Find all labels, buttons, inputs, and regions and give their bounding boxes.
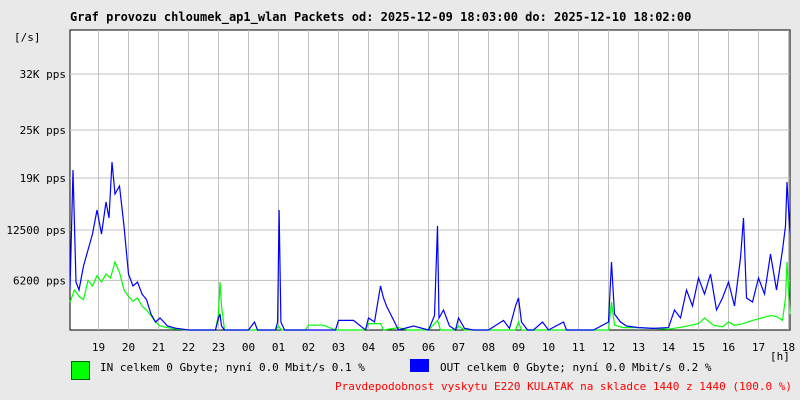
x-tick-labels: 19 20 21 22 23 00 01 02 03 04 05 06 07 08 09 10 11 12 13 14…	[92, 341, 795, 354]
x-tick-label: 08	[482, 341, 495, 354]
x-tick-label: 16	[722, 341, 735, 354]
y-tick-labels: 6200 pps 12500 pps 19K pps 25K pps 32K pps	[6, 68, 66, 287]
traffic-chart: 6200 pps 12500 pps 19K pps 25K pps 32K pps 1…	[6, 29, 795, 354]
y-tick-label: 25K pps	[20, 124, 66, 137]
x-tick-label: 00	[242, 341, 255, 354]
x-tick-label: 23	[212, 341, 225, 354]
x-tick-label: 12	[602, 341, 615, 354]
x-tick-label: 10	[542, 341, 555, 354]
legend-in-text: IN celkem 0 Gbyte; nyní 0.0 Mbit/s 0.1 %	[100, 361, 365, 374]
legend-out-text: OUT celkem 0 Gbyte; nyní 0.0 Mbit/s 0.2 …	[440, 361, 712, 374]
y-tick-label: 6200 pps	[13, 274, 66, 287]
x-tick-label: 19	[92, 341, 105, 354]
x-tick-label: 11	[572, 341, 585, 354]
plot-area	[69, 29, 791, 331]
x-tick-label: 14	[662, 341, 676, 354]
x-tick-label: 03	[332, 341, 345, 354]
x-tick-label: 06	[422, 341, 435, 354]
x-tick-label: 20	[122, 341, 135, 354]
x-tick-label: 09	[512, 341, 525, 354]
x-tick-label: 02	[302, 341, 315, 354]
x-tick-label: 07	[452, 341, 465, 354]
x-tick-label: 22	[182, 341, 195, 354]
legend-out-swatch	[410, 359, 429, 372]
footer-note: Pravdepodobnost vyskytu E220 KULATAK na …	[335, 380, 792, 393]
y-tick-label: 32K pps	[20, 68, 66, 81]
legend-in-swatch	[71, 361, 90, 380]
x-tick-label: 21	[152, 341, 165, 354]
x-tick-label: 13	[632, 341, 645, 354]
x-tick-label: 05	[392, 341, 405, 354]
x-tick-label: 17	[752, 341, 765, 354]
x-tick-label: 01	[272, 341, 285, 354]
y-tick-label: 12500 pps	[6, 224, 66, 237]
x-axis-unit-label: [h]	[770, 350, 790, 363]
x-tick-label: 15	[692, 341, 705, 354]
y-tick-label: 19K pps	[20, 172, 66, 185]
x-tick-label: 04	[362, 341, 376, 354]
